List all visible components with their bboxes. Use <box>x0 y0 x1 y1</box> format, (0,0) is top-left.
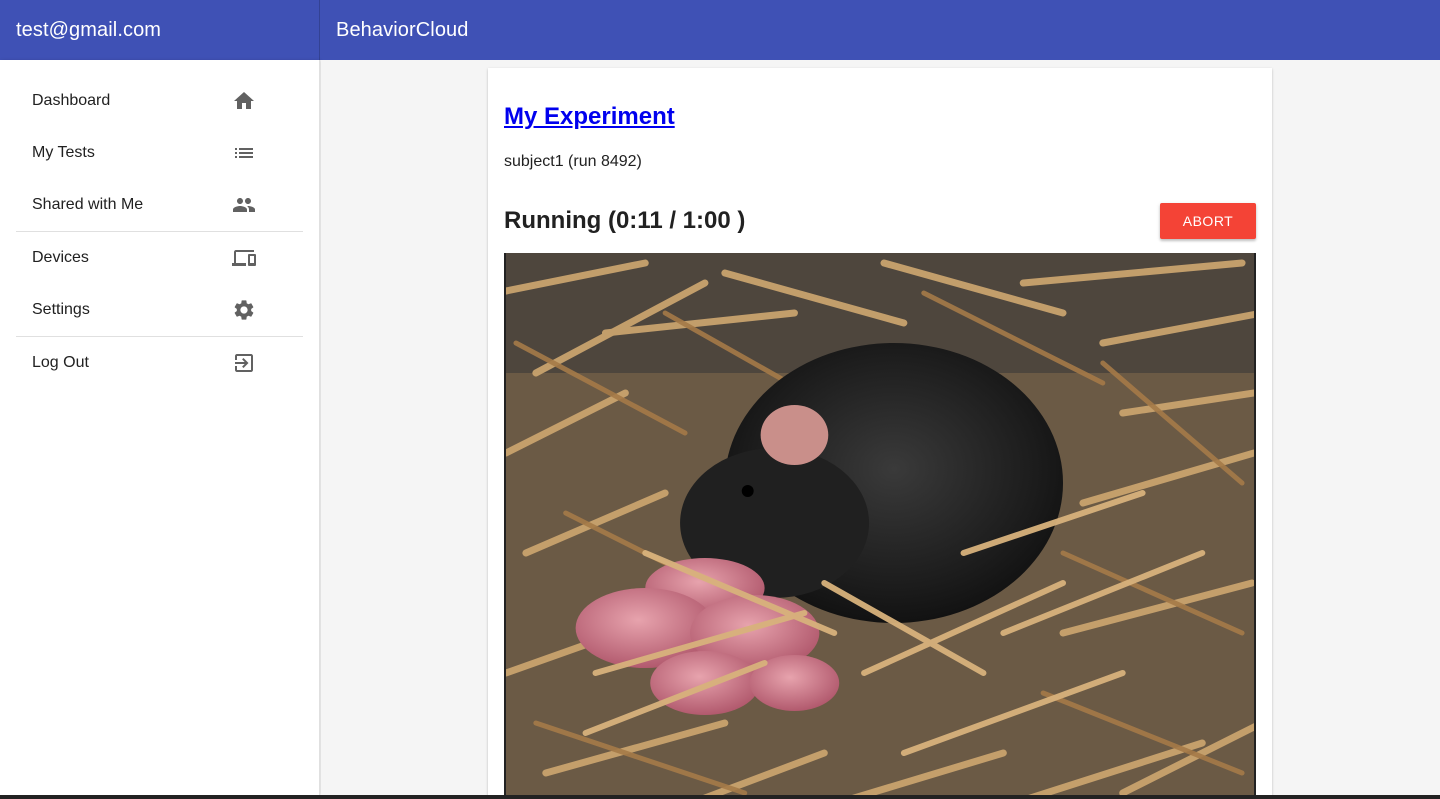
window-bottom-edge <box>0 795 1440 799</box>
abort-button[interactable]: ABORT <box>1160 203 1256 239</box>
subject-run-label: subject1 (run 8492) <box>504 153 642 170</box>
gear-icon <box>232 298 256 322</box>
sidebar-item-log-out[interactable]: Log Out <box>0 337 319 389</box>
home-icon <box>232 89 256 113</box>
video-frame <box>506 253 1254 795</box>
status-row: Running (0:11 / 1:00 ) ABORT <box>504 202 1256 240</box>
sidebar-item-dashboard[interactable]: Dashboard <box>0 75 319 127</box>
live-video-feed <box>504 253 1256 795</box>
list-icon <box>232 141 256 165</box>
sidebar-nav: Dashboard My Tests Shared with Me Device… <box>0 60 319 389</box>
devices-icon <box>232 246 256 270</box>
people-icon <box>232 193 256 217</box>
logout-icon <box>232 351 256 375</box>
experiment-title-link[interactable]: My Experiment <box>504 103 675 131</box>
app-title: BehaviorCloud <box>336 18 469 41</box>
sidebar-item-my-tests[interactable]: My Tests <box>0 127 319 179</box>
account-email[interactable]: test@gmail.com <box>0 0 320 60</box>
run-status: Running (0:11 / 1:00 ) <box>504 207 746 234</box>
sidebar-item-devices[interactable]: Devices <box>0 232 319 284</box>
sidebar-item-label: Devices <box>32 249 89 266</box>
sidebar-item-label: Log Out <box>32 354 89 371</box>
sidebar-item-label: Shared with Me <box>32 196 144 213</box>
experiment-card: My Experiment subject1 (run 8492) Runnin… <box>488 68 1272 795</box>
app-root: test@gmail.com BehaviorCloud Dashboard M… <box>0 0 1440 799</box>
sidebar-item-label: Dashboard <box>32 92 111 109</box>
sidebar-item-shared-with-me[interactable]: Shared with Me <box>0 179 319 231</box>
sidebar-item-settings[interactable]: Settings <box>0 284 319 336</box>
sidebar-item-label: My Tests <box>32 144 95 161</box>
sidebar: Dashboard My Tests Shared with Me Device… <box>0 60 320 795</box>
main-content: My Experiment subject1 (run 8492) Runnin… <box>321 60 1440 795</box>
top-app-bar: test@gmail.com BehaviorCloud <box>0 0 1440 60</box>
sidebar-item-label: Settings <box>32 301 90 318</box>
